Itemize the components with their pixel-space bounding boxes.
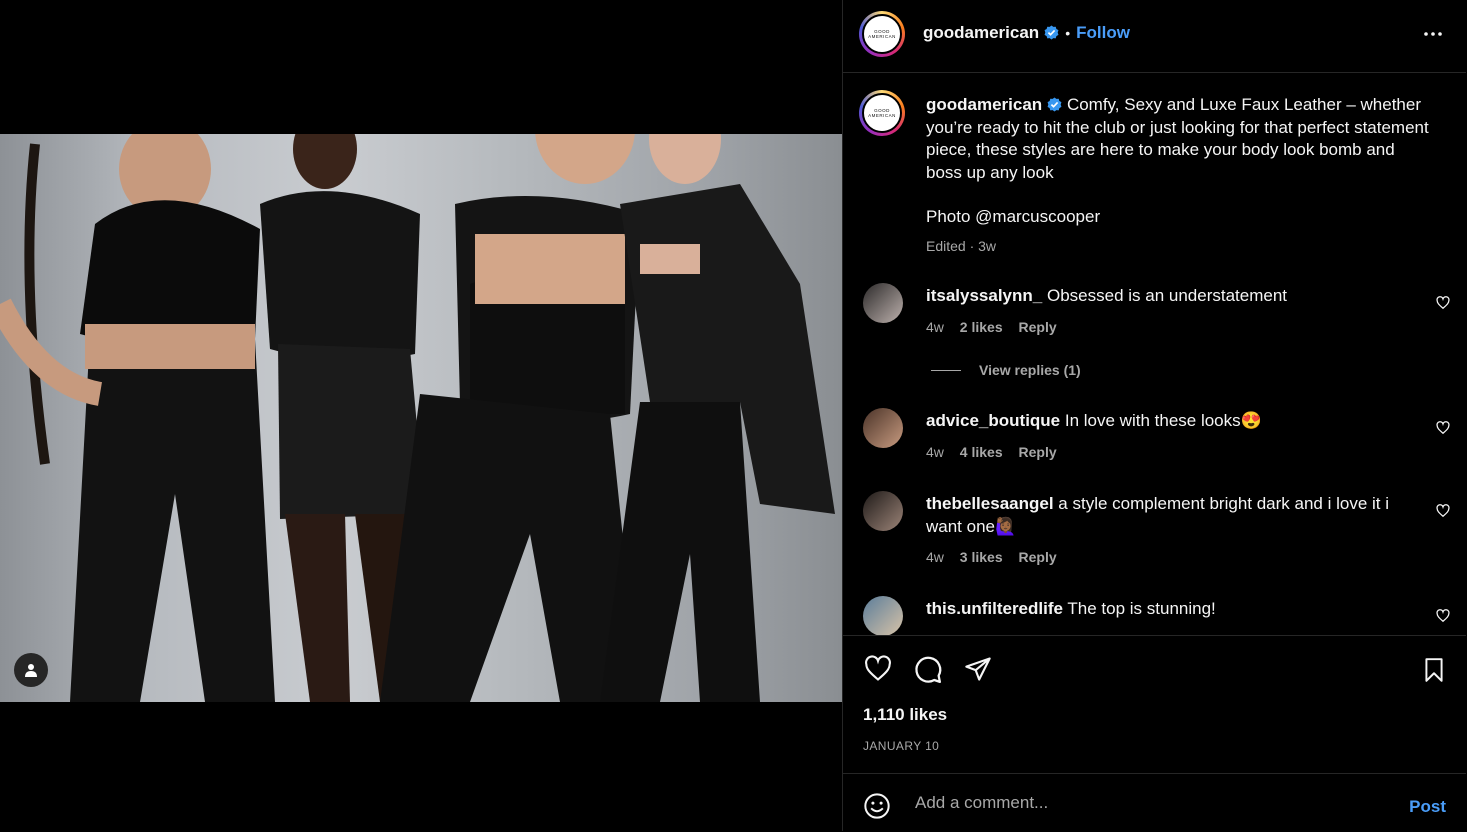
heart-icon[interactable]: [863, 655, 893, 683]
comment-item: thebellesaangel a style complement brigh…: [926, 493, 1416, 538]
avatar-logo: GOOD AMERICAN: [862, 93, 902, 133]
comments-list[interactable]: GOOD AMERICAN goodamerican Comfy, Sexy a…: [843, 73, 1466, 635]
reply-button[interactable]: Reply: [1019, 549, 1057, 565]
replies-divider: [931, 370, 961, 371]
caption-avatar[interactable]: GOOD AMERICAN: [859, 90, 905, 136]
comment-text: In love with these looks😍: [1064, 411, 1262, 430]
commenter-avatar[interactable]: [863, 408, 903, 448]
post-date: JANUARY 10: [863, 739, 940, 753]
view-replies-label: View replies (1): [979, 362, 1081, 378]
reply-button[interactable]: Reply: [1019, 319, 1057, 335]
heart-icon[interactable]: [1436, 609, 1450, 623]
caption-meta: Edited · 3w: [926, 237, 997, 254]
comment-item: advice_boutique In love with these looks…: [926, 410, 1416, 433]
comment-icon[interactable]: [913, 655, 943, 685]
post-photo[interactable]: [0, 134, 842, 702]
comment-meta: 4w 4 likes Reply: [926, 444, 1069, 460]
caption-username[interactable]: goodamerican: [926, 95, 1042, 114]
comment-username[interactable]: thebellesaangel: [926, 494, 1054, 513]
verified-badge-icon: [1044, 25, 1059, 40]
comment-username[interactable]: advice_boutique: [926, 411, 1060, 430]
view-replies-button[interactable]: View replies (1): [931, 362, 1081, 378]
bookmark-icon[interactable]: [1421, 655, 1447, 685]
comment-text: The top is stunning!: [1067, 599, 1216, 618]
user-tag-icon: [25, 664, 37, 677]
separator-dot: •: [1065, 25, 1071, 41]
comment-input[interactable]: [913, 790, 1367, 816]
more-horizontal-icon[interactable]: [1421, 22, 1445, 46]
emoji-icon[interactable]: [863, 792, 891, 820]
likes-count[interactable]: 1,110 likes: [863, 705, 947, 725]
add-comment-bar: Post: [843, 773, 1466, 832]
follow-button[interactable]: Follow: [1076, 23, 1130, 42]
post-header: GOOD AMERICAN goodamerican • Follow: [843, 0, 1466, 73]
comment-meta: 4w 3 likes Reply: [926, 549, 1069, 565]
send-icon[interactable]: [963, 655, 993, 683]
commenter-avatar[interactable]: [863, 491, 903, 531]
comment-item: this.unfilteredlife The top is stunning!: [926, 598, 1416, 621]
comment-likes[interactable]: 3 likes: [960, 549, 1003, 565]
media-pane: [0, 0, 842, 831]
author-username[interactable]: goodamerican: [923, 23, 1039, 42]
comment-time: 4w: [926, 444, 944, 460]
action-bar: 1,110 likes JANUARY 10: [843, 635, 1466, 774]
comment-username[interactable]: itsalyssalynn_: [926, 286, 1042, 305]
photo-illustration: [0, 134, 835, 702]
avatar-logo: GOOD AMERICAN: [862, 14, 902, 54]
commenter-avatar[interactable]: [863, 283, 903, 323]
heart-icon[interactable]: [1436, 421, 1450, 435]
heart-icon[interactable]: [1436, 504, 1450, 518]
comment-item: itsalyssalynn_ Obsessed is an understate…: [926, 285, 1416, 308]
comment-likes[interactable]: 4 likes: [960, 444, 1003, 460]
user-tag-button[interactable]: [14, 653, 48, 687]
comment-time: 4w: [926, 549, 944, 565]
comment-time: 4w: [926, 319, 944, 335]
comment-meta: 4w 2 likes Reply: [926, 319, 1069, 335]
comment-username[interactable]: this.unfilteredlife: [926, 599, 1063, 618]
post-comment-button[interactable]: Post: [1409, 797, 1446, 817]
comment-text: Obsessed is an understatement: [1046, 286, 1288, 305]
commenter-avatar[interactable]: [863, 596, 903, 635]
post-caption: goodamerican Comfy, Sexy and Luxe Faux L…: [926, 94, 1431, 257]
comment-likes[interactable]: 2 likes: [960, 319, 1003, 335]
author-avatar[interactable]: GOOD AMERICAN: [859, 11, 905, 57]
heart-icon[interactable]: [1436, 296, 1450, 310]
post-sidebar: GOOD AMERICAN goodamerican • Follow GOOD A…: [842, 0, 1467, 831]
photo-credit: Photo @marcuscooper: [926, 207, 1101, 226]
verified-badge-icon: [1047, 97, 1062, 112]
reply-button[interactable]: Reply: [1019, 444, 1057, 460]
